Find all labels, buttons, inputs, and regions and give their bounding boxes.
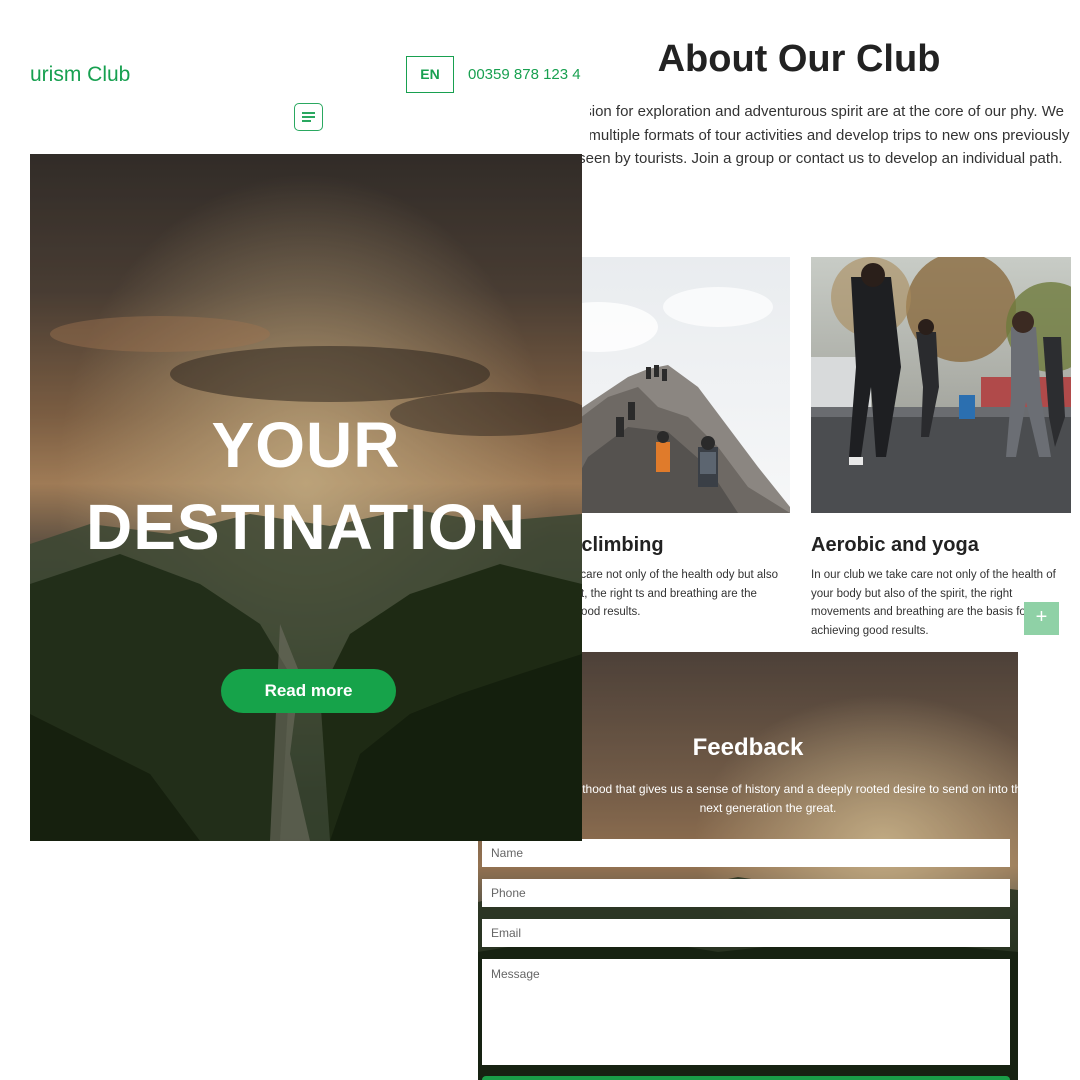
hero-section: YOUR DESTINATION Read more — [30, 154, 582, 841]
about-intro: passion for exploration and adventurous … — [554, 103, 1070, 167]
language-button[interactable]: EN — [406, 56, 454, 93]
submit-button[interactable] — [482, 1076, 1010, 1080]
phone-link[interactable]: 00359 878 123 4 — [468, 66, 584, 83]
logo[interactable]: urism Club — [30, 63, 130, 87]
card-title-aerobic: Aerobic and yoga — [811, 534, 979, 556]
menu-icon[interactable] — [294, 103, 323, 131]
message-textarea[interactable] — [482, 959, 1010, 1065]
email-input[interactable] — [482, 919, 1010, 947]
name-input[interactable] — [482, 839, 1010, 867]
header: urism Club EN 00359 878 123 4 — [0, 0, 590, 150]
about-section: About Our Club passion for exploration a… — [518, 0, 1080, 660]
aerobic-yoga-image — [811, 257, 1071, 513]
hero-title-line2: DESTINATION — [85, 491, 527, 563]
hero-title: YOUR DESTINATION — [30, 404, 582, 568]
read-more-button[interactable]: Read more — [221, 669, 396, 713]
hero-title-line1: YOUR — [211, 409, 401, 481]
phone-input[interactable] — [482, 879, 1010, 907]
plus-icon[interactable]: + — [1024, 602, 1059, 635]
about-title: About Our Club — [657, 38, 941, 80]
